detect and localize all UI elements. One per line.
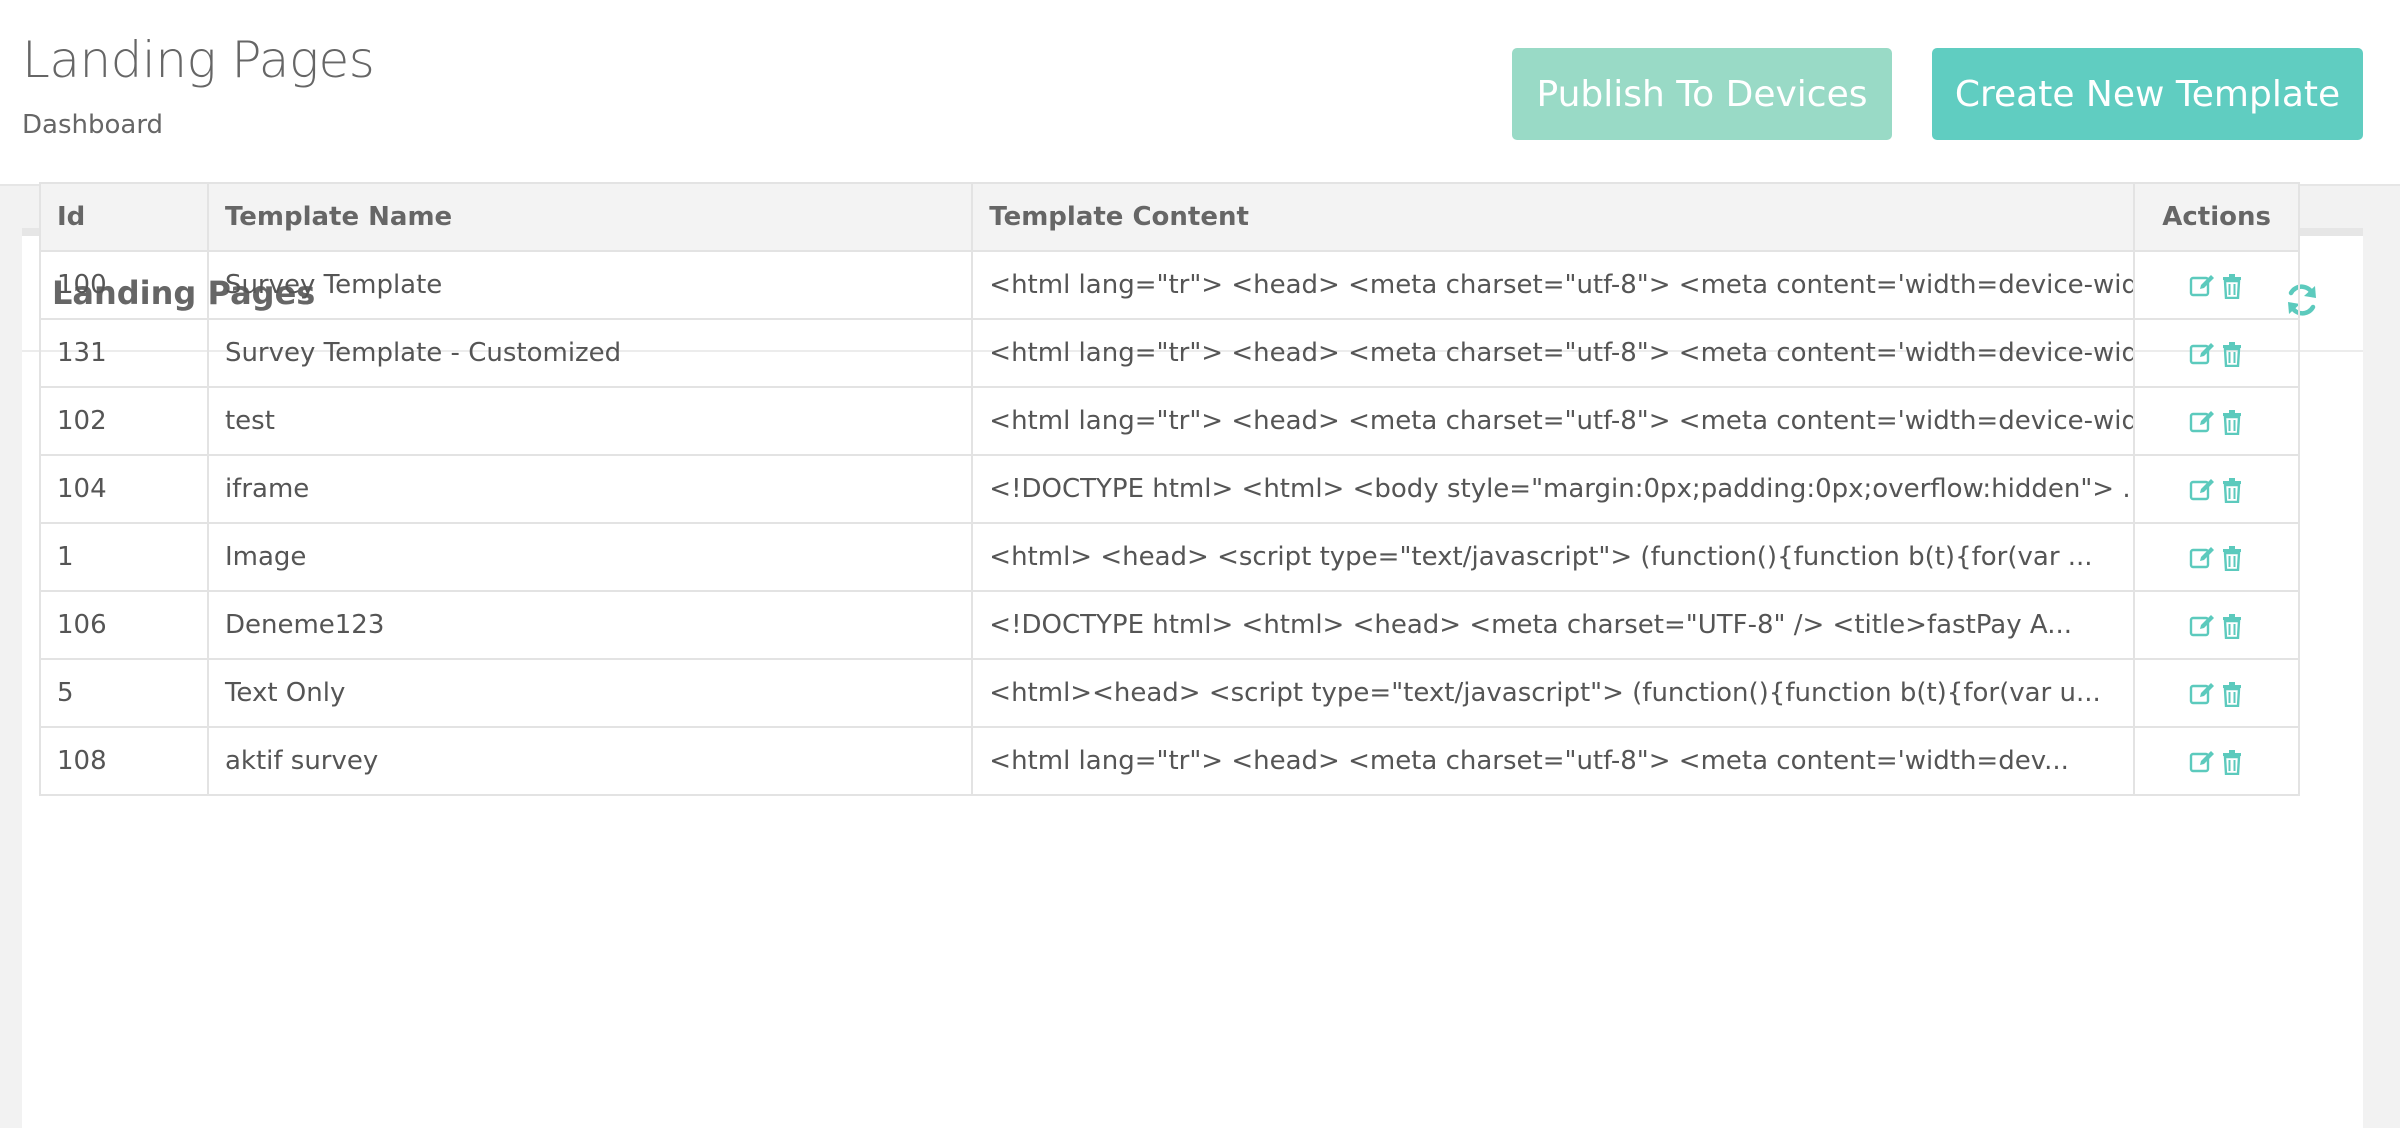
cell-actions	[2133, 318, 2300, 388]
cell-actions	[2133, 386, 2300, 456]
table-header-row: Id Template Name Template Content Action…	[39, 182, 2300, 252]
page-header: Landing Pages Dashboard Publish To Devic…	[0, 0, 2400, 186]
cell-template-content: <!DOCTYPE html> <html> <head> <meta char…	[971, 590, 2136, 660]
cell-template-name: Deneme123	[206, 590, 974, 660]
breadcrumb[interactable]: Dashboard	[22, 110, 163, 140]
trash-icon[interactable]	[2219, 477, 2245, 503]
cell-id: 100	[39, 250, 209, 320]
templates-table: Id Template Name Template Content Action…	[39, 182, 2300, 796]
cell-template-name: Image	[206, 522, 974, 592]
trash-icon[interactable]	[2219, 613, 2245, 639]
cell-actions	[2133, 658, 2300, 728]
cell-template-content: <html lang="tr"> <head> <meta charset="u…	[971, 250, 2136, 320]
table-row[interactable]: 106 Deneme123 <!DOCTYPE html> <html> <head…	[39, 590, 2300, 660]
cell-actions	[2133, 522, 2300, 592]
cell-template-name: Text Only	[206, 658, 974, 728]
column-header-template-content[interactable]: Template Content	[971, 182, 2136, 252]
trash-icon[interactable]	[2219, 409, 2245, 435]
cell-template-content: <html><head> <script type="text/javascri…	[971, 658, 2136, 728]
edit-icon[interactable]	[2189, 681, 2215, 707]
column-header-actions: Actions	[2133, 182, 2300, 252]
edit-icon[interactable]	[2189, 545, 2215, 571]
trash-icon[interactable]	[2219, 545, 2245, 571]
edit-icon[interactable]	[2189, 613, 2215, 639]
edit-icon[interactable]	[2189, 341, 2215, 367]
table-row[interactable]: 108 aktif survey <html lang="tr"> <head> <…	[39, 726, 2300, 796]
edit-icon[interactable]	[2189, 409, 2215, 435]
cell-template-content: <!DOCTYPE html> <html> <body style="marg…	[971, 454, 2136, 524]
table-row[interactable]: 100 Survey Template <html lang="tr"> <head…	[39, 250, 2300, 320]
cell-template-content: <html lang="tr"> <head> <meta charset="u…	[971, 386, 2136, 456]
cell-actions	[2133, 726, 2300, 796]
cell-template-content: <html> <head> <script type="text/javascr…	[971, 522, 2136, 592]
table-row[interactable]: 102 test <html lang="tr"> <head> <meta cha…	[39, 386, 2300, 456]
cell-actions	[2133, 454, 2300, 524]
cell-template-name: aktif survey	[206, 726, 974, 796]
cell-template-content: <html lang="tr"> <head> <meta charset="u…	[971, 318, 2136, 388]
publish-to-devices-button[interactable]: Publish To Devices	[1512, 48, 1892, 140]
cell-id: 5	[39, 658, 209, 728]
cell-actions	[2133, 250, 2300, 320]
edit-icon[interactable]	[2189, 273, 2215, 299]
table-body: 100 Survey Template <html lang="tr"> <head…	[39, 250, 2300, 796]
edit-icon[interactable]	[2189, 477, 2215, 503]
cell-id: 106	[39, 590, 209, 660]
cell-id: 102	[39, 386, 209, 456]
table-row[interactable]: 131 Survey Template - Customized <html lan…	[39, 318, 2300, 388]
cell-template-content: <html lang="tr"> <head> <meta charset="u…	[971, 726, 2136, 796]
trash-icon[interactable]	[2219, 681, 2245, 707]
cell-template-name: test	[206, 386, 974, 456]
trash-icon[interactable]	[2219, 273, 2245, 299]
edit-icon[interactable]	[2189, 749, 2215, 775]
table-row[interactable]: 5 Text Only <html><head> <script type="tex…	[39, 658, 2300, 728]
column-header-template-name[interactable]: Template Name	[206, 182, 974, 252]
column-header-id[interactable]: Id	[39, 182, 209, 252]
create-new-template-button[interactable]: Create New Template	[1932, 48, 2363, 140]
cell-template-name: Survey Template - Customized	[206, 318, 974, 388]
cell-id: 104	[39, 454, 209, 524]
cell-id: 1	[39, 522, 209, 592]
cell-id: 108	[39, 726, 209, 796]
table-row[interactable]: 104 iframe <!DOCTYPE html> <html> <body st…	[39, 454, 2300, 524]
cell-template-name: iframe	[206, 454, 974, 524]
page-title: Landing Pages	[22, 31, 375, 89]
cell-id: 131	[39, 318, 209, 388]
cell-template-name: Survey Template	[206, 250, 974, 320]
cell-actions	[2133, 590, 2300, 660]
trash-icon[interactable]	[2219, 749, 2245, 775]
table-row[interactable]: 1 Image <html> <head> <script type="text/j…	[39, 522, 2300, 592]
trash-icon[interactable]	[2219, 341, 2245, 367]
